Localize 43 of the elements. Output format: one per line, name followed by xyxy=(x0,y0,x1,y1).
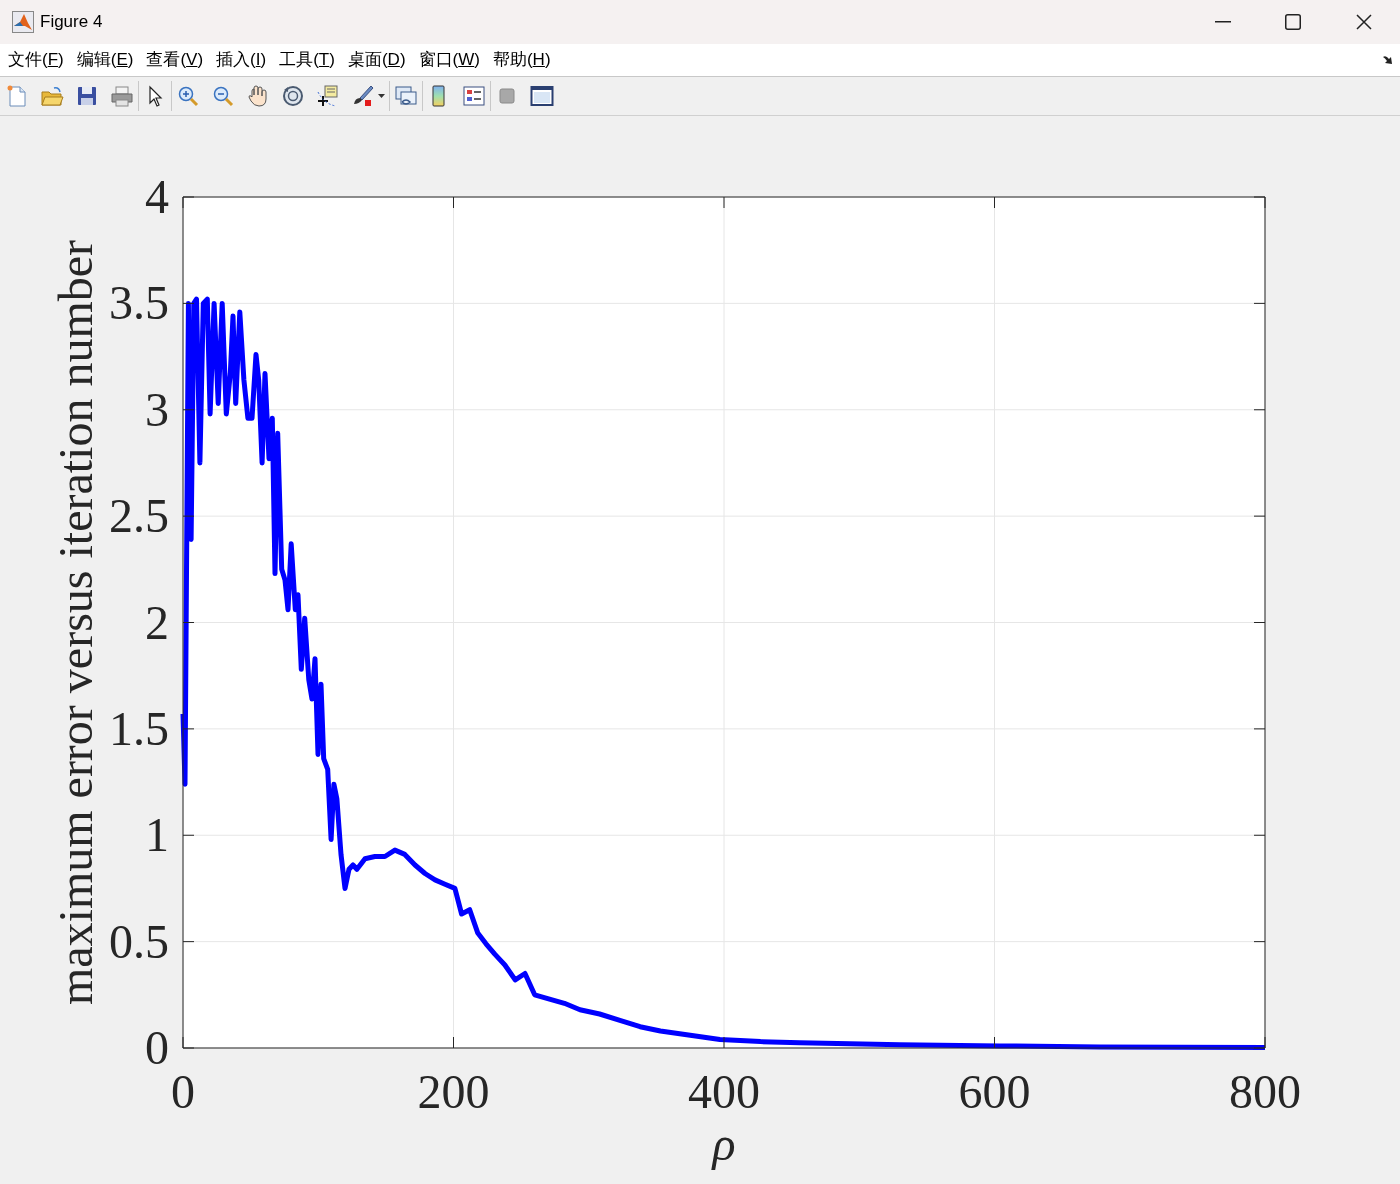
tick-label: 0.5 xyxy=(109,914,169,968)
tick-label: 600 xyxy=(958,1065,1031,1118)
printer-icon[interactable] xyxy=(110,84,134,108)
tick-label: 2.5 xyxy=(109,489,169,543)
zoom-in-icon[interactable] xyxy=(176,84,200,108)
window-frame-icon[interactable] xyxy=(530,84,554,108)
tick-label: 400 xyxy=(688,1065,760,1118)
menu-item[interactable]: 插入(I) xyxy=(216,47,267,73)
folder-icon[interactable] xyxy=(40,84,64,108)
tick-label: 800 xyxy=(1229,1065,1301,1118)
maximize-icon xyxy=(1285,14,1301,30)
tick-label: 3 xyxy=(145,382,169,436)
zoom-out-icon[interactable] xyxy=(211,84,235,108)
menu-item[interactable]: 桌面(D) xyxy=(347,47,406,73)
tick-label: 200 xyxy=(417,1065,490,1118)
menu-item[interactable]: 帮助(H) xyxy=(492,47,551,73)
linked-windows-icon[interactable] xyxy=(394,84,418,108)
rotate-icon[interactable] xyxy=(281,84,305,108)
axis-title: maximum error versus iteration number xyxy=(49,239,102,1006)
menu-item[interactable]: 工具(T) xyxy=(279,47,335,73)
menu-item[interactable]: 窗口(W) xyxy=(418,47,480,73)
legend-icon[interactable] xyxy=(462,84,486,108)
brush-icon[interactable] xyxy=(351,84,375,108)
tick-label: 4 xyxy=(145,170,169,223)
close-icon xyxy=(1356,14,1372,30)
data-tip-icon[interactable] xyxy=(316,84,340,108)
menu-item[interactable]: 查看(V) xyxy=(146,47,204,73)
menu-item[interactable]: 编辑(E) xyxy=(76,47,134,73)
dropdown-caret-icon[interactable] xyxy=(378,94,385,98)
tick-label: 0 xyxy=(145,1021,169,1074)
axis-title: ρ xyxy=(712,1117,736,1170)
undock-arrow-icon[interactable] xyxy=(1382,55,1394,65)
app-logo-icon xyxy=(12,11,34,33)
tick-label: 2 xyxy=(145,595,169,649)
menu-item[interactable]: 文件(F) xyxy=(8,47,64,73)
tick-label: 0 xyxy=(171,1065,195,1118)
window-title: Figure 4 xyxy=(40,11,103,34)
tick-label: 1.5 xyxy=(109,701,169,755)
hand-icon[interactable] xyxy=(246,84,270,108)
tick-label: 3.5 xyxy=(109,276,169,330)
tick-label: 1 xyxy=(145,808,169,862)
new-file-icon[interactable] xyxy=(5,84,29,108)
minimize-icon xyxy=(1215,21,1231,23)
